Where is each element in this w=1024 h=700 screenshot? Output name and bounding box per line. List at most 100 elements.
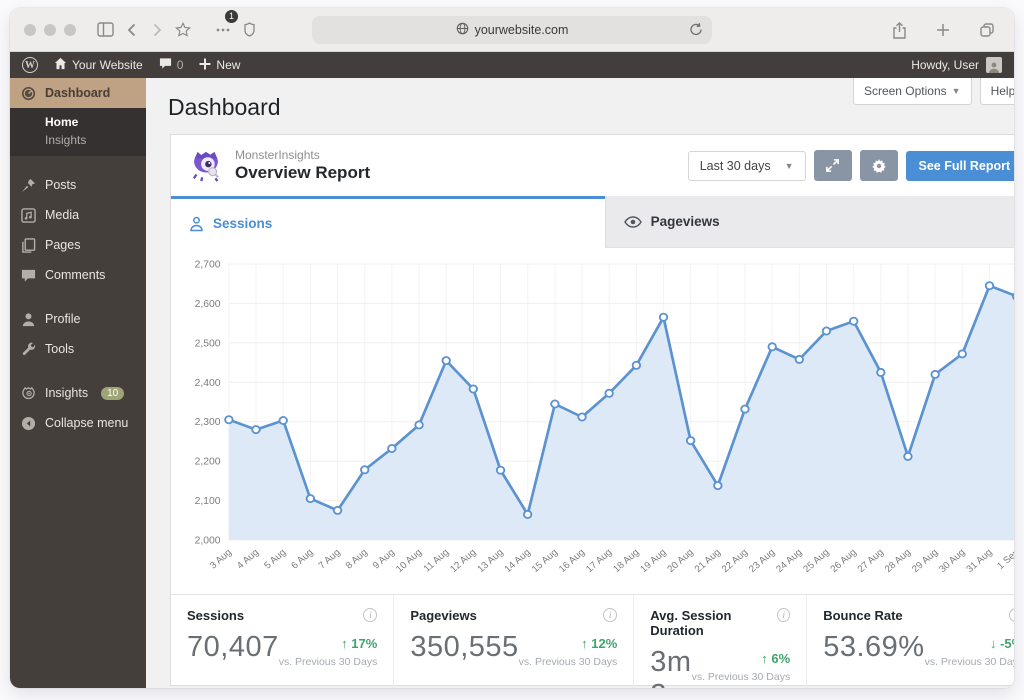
- report-settings-button[interactable]: [859, 150, 898, 181]
- refresh-icon[interactable]: [689, 22, 703, 40]
- date-range-dropdown[interactable]: Last 30 days ▼: [687, 150, 806, 181]
- my-account-menu[interactable]: Howdy, User: [911, 57, 1002, 73]
- home-icon: [54, 57, 67, 73]
- window-controls[interactable]: [24, 23, 76, 36]
- monsterinsights-logo-icon: [192, 151, 219, 182]
- info-icon[interactable]: i: [777, 608, 791, 622]
- comment-bubble-icon: [159, 57, 172, 73]
- svg-text:24 Aug: 24 Aug: [774, 547, 804, 575]
- svg-text:9 Aug: 9 Aug: [371, 547, 397, 571]
- svg-text:1 Sep: 1 Sep: [995, 547, 1014, 572]
- screen: 1 yourwebsite.com W Your Website 0 New H…: [0, 0, 1024, 700]
- share-icon[interactable]: [886, 17, 912, 43]
- tab-overview-icon[interactable]: [974, 17, 1000, 43]
- sidebar-item-insights[interactable]: Insights 10: [10, 378, 146, 408]
- svg-text:7 Aug: 7 Aug: [317, 547, 343, 571]
- svg-text:10 Aug: 10 Aug: [394, 547, 424, 575]
- sidebar-item-label: Tools: [45, 342, 75, 356]
- see-full-report-button[interactable]: See Full Report: [905, 150, 1014, 181]
- dashboard-submenu: Home Insights: [10, 108, 146, 156]
- tab-sessions[interactable]: Sessions: [171, 196, 605, 248]
- info-icon[interactable]: i: [1009, 608, 1014, 622]
- svg-text:14 Aug: 14 Aug: [503, 547, 533, 575]
- stat-value: 3m 2s: [650, 646, 692, 688]
- bookmark-star-icon[interactable]: [170, 17, 196, 43]
- sidebar-item-label: Posts: [45, 178, 77, 192]
- up-arrow-icon: ↑: [581, 636, 588, 651]
- svg-text:2,200: 2,200: [195, 457, 221, 468]
- sidebar-item-label: Profile: [45, 312, 81, 326]
- svg-text:12 Aug: 12 Aug: [448, 547, 478, 575]
- svg-text:19 Aug: 19 Aug: [638, 547, 668, 575]
- globe-icon: [456, 22, 469, 38]
- wp-logo-menu[interactable]: W: [22, 57, 38, 73]
- expand-report-button[interactable]: [813, 150, 852, 181]
- svg-text:31 Aug: 31 Aug: [964, 547, 994, 575]
- down-arrow-icon: ↓: [989, 636, 997, 651]
- svg-text:2,100: 2,100: [195, 496, 221, 507]
- sidebar-item-dashboard[interactable]: Dashboard: [10, 78, 146, 108]
- insights-count-badge: 10: [101, 386, 125, 400]
- site-name-menu[interactable]: Your Website: [54, 57, 143, 73]
- svg-text:3 Aug: 3 Aug: [208, 547, 234, 571]
- help-button[interactable]: Help ▼: [979, 78, 1014, 105]
- back-icon[interactable]: [118, 17, 144, 43]
- svg-text:25 Aug: 25 Aug: [801, 547, 831, 575]
- svg-text:30 Aug: 30 Aug: [937, 547, 967, 575]
- help-label: Help: [990, 84, 1014, 98]
- sidebar-item-posts[interactable]: Posts: [10, 170, 146, 200]
- svg-text:23 Aug: 23 Aug: [747, 547, 777, 575]
- stat-value: 70,407: [187, 631, 279, 663]
- sidebar-item-pages[interactable]: Pages: [10, 230, 146, 260]
- info-icon[interactable]: i: [363, 608, 378, 622]
- svg-text:27 Aug: 27 Aug: [856, 547, 886, 575]
- sessions-chart: 2,000 2,100 2,200 2,300 2,400 2,500 2,600 2,700…: [195, 260, 1014, 575]
- overview-stats: Sessions i 70,407 ↑ 17% vs. Previous 30 …: [171, 594, 1014, 688]
- sidebar-item-tools[interactable]: Tools: [10, 334, 146, 364]
- forward-icon[interactable]: [144, 17, 170, 43]
- stat-label: Pageviews: [410, 608, 477, 623]
- sessions-chart-container: 2,000 2,100 2,200 2,300 2,400 2,500 2,600 2,700…: [171, 248, 1014, 594]
- stat-comparison-label: vs. Previous 30 Days: [691, 671, 791, 683]
- new-content-menu[interactable]: New: [199, 58, 240, 73]
- admin-content: Screen Options ▼ Help ▼ Dashboard: [146, 78, 1014, 688]
- svg-text:8 Aug: 8 Aug: [344, 547, 370, 571]
- sidebar-item-comments[interactable]: Comments: [10, 260, 146, 290]
- new-tab-icon[interactable]: [930, 17, 956, 43]
- stat-bounce-rate: Bounce Rate i 53.69% ↓ -5% vs. Previous …: [806, 595, 1014, 688]
- tab-pageviews[interactable]: Pageviews: [604, 196, 1014, 248]
- info-icon[interactable]: i: [603, 608, 618, 622]
- person-icon: [190, 216, 203, 231]
- report-titles: MonsterInsights Overview Report: [235, 148, 370, 183]
- extensions-menu[interactable]: 1: [210, 9, 238, 43]
- zoom-window-button[interactable]: [64, 23, 76, 36]
- sidebar-item-label: Comments: [45, 268, 106, 282]
- new-label: New: [216, 58, 241, 72]
- svg-text:2,500: 2,500: [195, 339, 221, 350]
- svg-text:26 Aug: 26 Aug: [829, 547, 859, 575]
- sidebar-item-media[interactable]: Media: [10, 200, 146, 230]
- stat-label: Bounce Rate: [823, 608, 903, 623]
- avatar: [986, 57, 1002, 73]
- screen-options-button[interactable]: Screen Options ▼: [852, 78, 972, 105]
- close-window-button[interactable]: [24, 23, 36, 36]
- media-icon: [20, 207, 36, 223]
- svg-text:29 Aug: 29 Aug: [910, 547, 940, 575]
- url-text: yourwebsite.com: [474, 23, 569, 37]
- sidebar-item-collapse-menu[interactable]: Collapse menu: [10, 408, 146, 438]
- sidebar-item-profile[interactable]: Profile: [10, 304, 146, 334]
- submenu-item-home[interactable]: Home: [45, 115, 146, 129]
- stat-sessions: Sessions i 70,407 ↑ 17% vs. Previous 30 …: [171, 595, 393, 688]
- svg-text:4 Aug: 4 Aug: [235, 547, 261, 571]
- minimize-window-button[interactable]: [44, 23, 56, 36]
- submenu-item-insights[interactable]: Insights: [45, 133, 146, 147]
- comments-menu[interactable]: 0: [159, 57, 183, 73]
- address-bar[interactable]: yourwebsite.com: [312, 16, 712, 44]
- svg-text:11 Aug: 11 Aug: [422, 547, 452, 574]
- shield-extension-icon[interactable]: [236, 17, 262, 43]
- monsterinsights-icon: [20, 385, 36, 401]
- date-range-value: Last 30 days: [699, 158, 771, 173]
- svg-text:15 Aug: 15 Aug: [530, 547, 560, 575]
- gear-icon: [871, 158, 886, 173]
- sidebar-toggle-icon[interactable]: [92, 17, 118, 43]
